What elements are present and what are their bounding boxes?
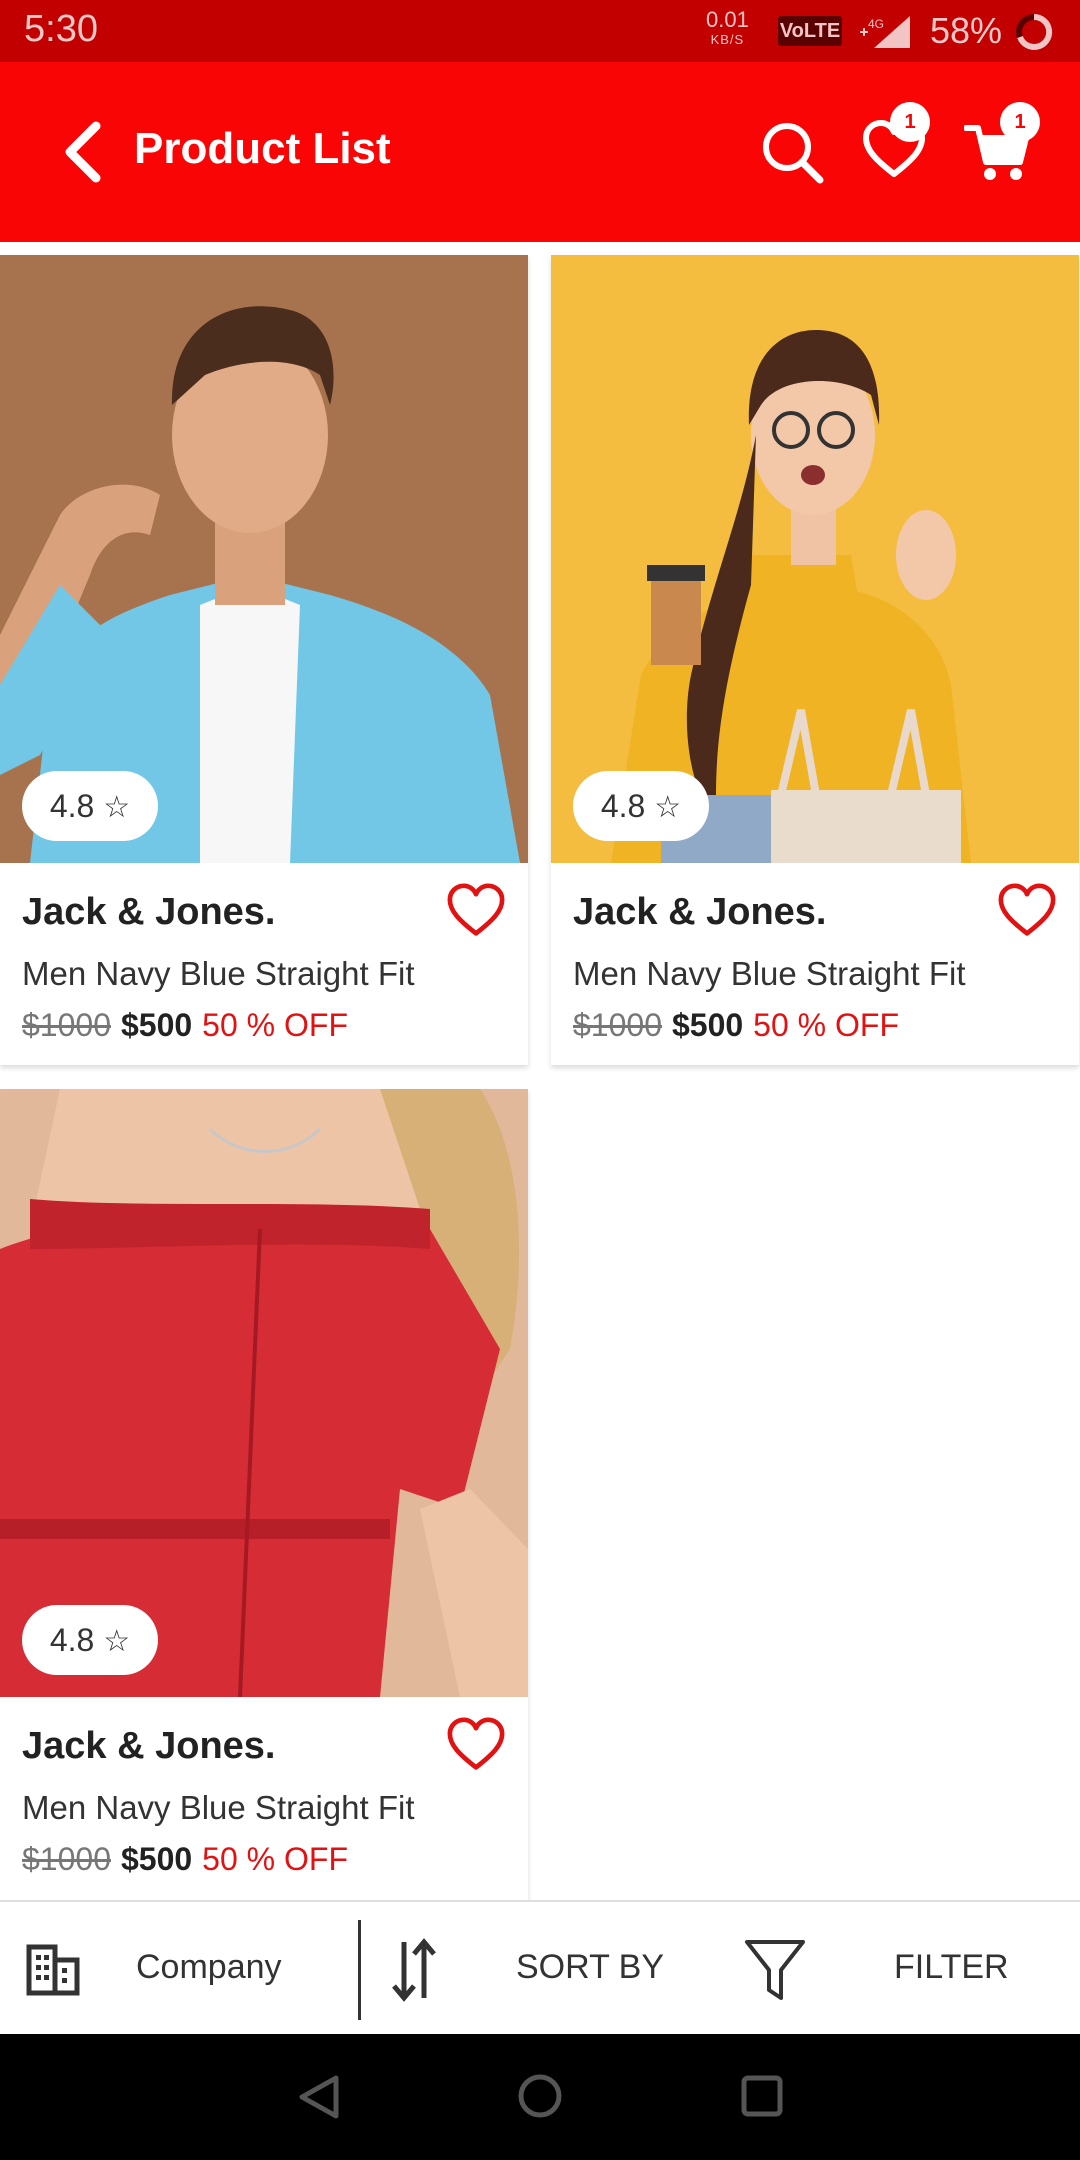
status-time: 5:30 <box>24 8 98 50</box>
rating-badge: 4.8 ☆ <box>22 1605 158 1675</box>
app-bar: Product List 1 1 <box>0 62 1080 242</box>
sale-price: $500 <box>120 1007 193 1043</box>
network-speed-unit: KB/S <box>710 32 745 47</box>
original-price: $1000 <box>22 1841 111 1877</box>
star-icon: ☆ <box>654 791 682 824</box>
star-icon: ☆ <box>103 791 131 824</box>
bottom-action-bar: Company SORT BY FILTER <box>0 1900 1080 2036</box>
network-type: 4G <box>868 17 884 31</box>
product-brand: Jack & Jones. <box>573 891 827 933</box>
product-prices: $1000 $500 50 % OFF <box>22 1841 348 1878</box>
sale-price: $500 <box>120 1841 193 1877</box>
product-card[interactable]: 4.8 ☆ Jack & Jones. Men Navy Blue Straig… <box>0 255 528 1065</box>
rating-badge: 4.8 ☆ <box>22 771 158 841</box>
sort-icon[interactable] <box>390 1936 438 2009</box>
product-name: Men Navy Blue Straight Fit <box>22 1789 415 1826</box>
nav-recents-icon[interactable] <box>740 2074 784 2123</box>
nav-back-icon[interactable] <box>296 2074 342 2125</box>
network-speed: 0.01 KB/S <box>706 7 749 50</box>
original-price: $1000 <box>22 1007 111 1043</box>
heart-icon[interactable] <box>446 1717 506 1778</box>
network-speed-value: 0.01 <box>706 7 749 32</box>
rating-value: 4.8 <box>49 1622 95 1658</box>
rating-value: 4.8 <box>49 788 95 824</box>
company-button[interactable]: Company <box>136 1948 282 1987</box>
battery-icon <box>1014 12 1054 57</box>
heart-icon[interactable] <box>997 883 1057 944</box>
product-brand: Jack & Jones. <box>22 891 276 933</box>
wishlist-count-badge: 1 <box>890 102 930 142</box>
page-title: Product List <box>134 124 391 173</box>
signal-icon: 4G <box>856 14 912 55</box>
filter-icon[interactable] <box>744 1938 806 2007</box>
search-icon[interactable] <box>760 120 826 191</box>
product-name: Men Navy Blue Straight Fit <box>22 955 415 992</box>
sort-by-button[interactable]: SORT BY <box>516 1948 664 1987</box>
cart-count-badge: 1 <box>1000 102 1040 142</box>
discount-label: 50 % OFF <box>202 1841 348 1877</box>
company-icon[interactable] <box>26 1944 80 2001</box>
product-name: Men Navy Blue Straight Fit <box>573 955 966 992</box>
battery-percent: 58% <box>930 10 1003 51</box>
divider <box>358 1920 361 2020</box>
star-icon: ☆ <box>103 1625 131 1658</box>
rating-value: 4.8 <box>600 788 646 824</box>
discount-label: 50 % OFF <box>202 1007 348 1043</box>
back-arrow-icon[interactable] <box>58 120 108 189</box>
volte-badge: VoLTE <box>778 16 842 46</box>
product-card[interactable]: 4.8 ☆ Jack & Jones. Men Navy Blue Straig… <box>551 255 1079 1065</box>
original-price: $1000 <box>573 1007 662 1043</box>
product-card[interactable]: 4.8 ☆ Jack & Jones. Men Navy Blue Straig… <box>0 1089 528 1900</box>
system-nav-bar <box>0 2034 1080 2160</box>
discount-label: 50 % OFF <box>753 1007 899 1043</box>
sale-price: $500 <box>671 1007 744 1043</box>
nav-home-icon[interactable] <box>516 2072 564 2125</box>
product-prices: $1000 $500 50 % OFF <box>573 1007 899 1044</box>
rating-badge: 4.8 ☆ <box>573 771 709 841</box>
heart-icon[interactable] <box>446 883 506 944</box>
filter-button[interactable]: FILTER <box>894 1948 1009 1987</box>
status-bar: 5:30 0.01 KB/S VoLTE 4G 58% <box>0 0 1080 62</box>
product-prices: $1000 $500 50 % OFF <box>22 1007 348 1044</box>
product-brand: Jack & Jones. <box>22 1725 276 1767</box>
